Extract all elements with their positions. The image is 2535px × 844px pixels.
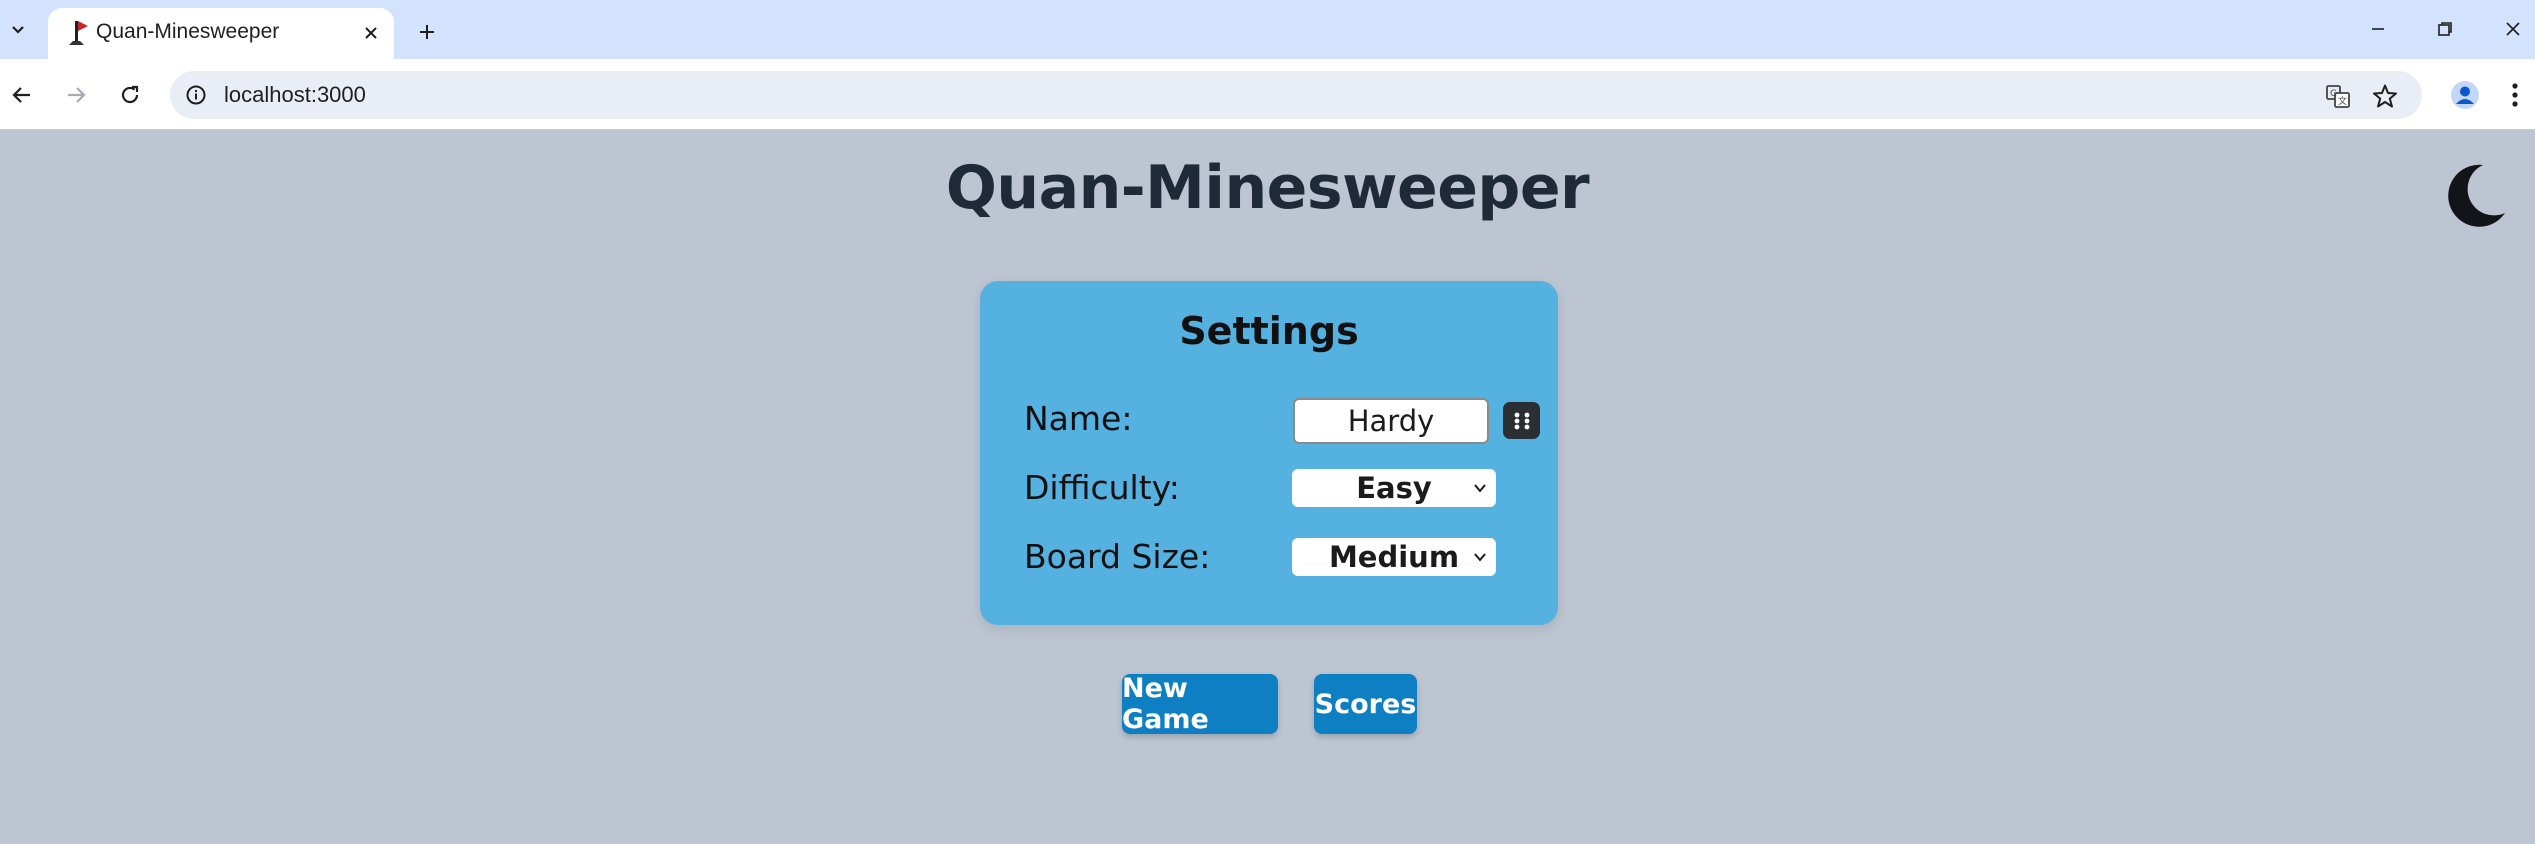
arrow-left-icon: [12, 87, 30, 103]
arrow-right-icon: [68, 87, 86, 103]
minesweeper-flag-icon: [69, 21, 88, 45]
moon-icon: [2448, 164, 2505, 227]
difficulty-label: Difficulty:: [1024, 468, 1180, 507]
minimize-button[interactable]: [2358, 12, 2398, 46]
board-size-label: Board Size:: [1024, 537, 1211, 576]
new-tab-button[interactable]: [410, 15, 444, 49]
close-icon: [365, 27, 377, 39]
tab-close-button[interactable]: [357, 19, 385, 47]
random-name-button[interactable]: [1503, 402, 1540, 439]
address-bar[interactable]: localhost:3000 G 文: [170, 71, 2422, 119]
forward-button[interactable]: [56, 75, 96, 115]
reload-icon: [121, 85, 139, 104]
info-icon: [186, 85, 206, 105]
restore-button[interactable]: [2425, 12, 2465, 46]
name-input[interactable]: [1293, 398, 1489, 444]
board-size-select[interactable]: Medium: [1292, 538, 1496, 576]
page-content: Quan-Minesweeper Settings Name: Difficul…: [0, 130, 2535, 844]
minimize-icon: [2372, 28, 2384, 30]
svg-text:G: G: [2330, 89, 2337, 99]
reload-button[interactable]: [110, 75, 150, 115]
chevron-down-icon: [1474, 553, 1486, 562]
close-window-button[interactable]: [2493, 12, 2533, 46]
plus-icon: [420, 25, 434, 39]
more-vertical-icon: [2512, 83, 2518, 107]
star-icon: [2373, 84, 2397, 108]
dice-icon: [1514, 412, 1529, 429]
scores-button[interactable]: Scores: [1314, 674, 1417, 734]
back-button[interactable]: [2, 75, 42, 115]
settings-title: Settings: [1179, 309, 1359, 353]
profile-button[interactable]: [2445, 75, 2485, 115]
translate-button[interactable]: G 文: [2321, 79, 2355, 113]
tab-search-button[interactable]: [0, 10, 36, 48]
site-info-button[interactable]: [180, 79, 212, 111]
browser-toolbar: localhost:3000 G 文: [0, 59, 2535, 130]
svg-text:文: 文: [2338, 95, 2347, 107]
browser-tab-bar: Quan-Minesweeper: [0, 0, 2535, 59]
close-icon: [2506, 22, 2520, 36]
name-label: Name:: [1024, 399, 1133, 438]
tab-title: Quan-Minesweeper: [96, 20, 280, 43]
url-text[interactable]: localhost:3000: [224, 82, 366, 108]
chevron-down-icon: [12, 26, 24, 34]
board-size-value: Medium: [1328, 540, 1460, 574]
avatar-icon: [2451, 81, 2479, 109]
new-game-button[interactable]: New Game: [1122, 673, 1278, 735]
difficulty-value: Easy: [1356, 471, 1432, 505]
settings-panel: Settings Name: Difficulty: Easy Board Si…: [980, 281, 1558, 625]
browser-menu-button[interactable]: [2497, 75, 2533, 115]
translate-icon: G 文: [2326, 85, 2350, 108]
tab-active[interactable]: Quan-Minesweeper: [48, 8, 394, 59]
difficulty-select[interactable]: Easy: [1292, 469, 1496, 507]
bookmark-button[interactable]: [2368, 79, 2402, 113]
page-title: Quan-Minesweeper: [945, 153, 1590, 223]
theme-toggle-button[interactable]: [2440, 158, 2510, 232]
chevron-down-icon: [1474, 484, 1486, 493]
restore-icon: [2438, 22, 2452, 36]
